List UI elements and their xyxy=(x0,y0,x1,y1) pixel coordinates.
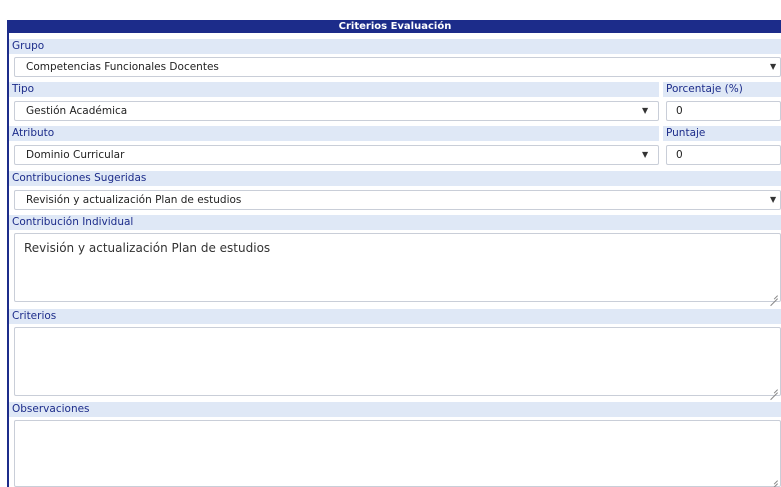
grupo-select[interactable]: Competencias Funcionales Docentes ▼ xyxy=(14,57,781,77)
tipo-select[interactable]: Gestión Académica ▼ xyxy=(14,101,659,121)
atributo-select[interactable]: Dominio Curricular ▼ xyxy=(14,145,659,165)
caret-down-icon: ▼ xyxy=(642,150,649,159)
caret-down-icon: ▼ xyxy=(642,106,649,115)
atributo-label: Atributo xyxy=(9,126,659,141)
resize-handle-icon[interactable] xyxy=(770,476,778,484)
contribuciones-select-value: Revisión y actualización Plan de estudio… xyxy=(26,194,242,206)
atributo-select-value: Dominio Curricular xyxy=(26,149,125,161)
caret-down-icon: ▼ xyxy=(770,62,777,71)
caret-down-icon: ▼ xyxy=(770,195,777,204)
criterios-textarea[interactable] xyxy=(14,327,781,396)
contribuciones-select[interactable]: Revisión y actualización Plan de estudio… xyxy=(14,190,781,210)
puntaje-input[interactable]: 0 xyxy=(666,145,781,165)
puntaje-value: 0 xyxy=(676,149,683,161)
porcentaje-label: Porcentaje (%) xyxy=(663,82,781,97)
puntaje-label: Puntaje xyxy=(663,126,781,141)
porcentaje-input[interactable]: 0 xyxy=(666,101,781,121)
resize-handle-icon[interactable] xyxy=(770,385,778,393)
resize-handle-icon[interactable] xyxy=(770,291,778,299)
tipo-label: Tipo xyxy=(9,82,659,97)
observaciones-label: Observaciones xyxy=(9,402,781,417)
observaciones-textarea[interactable] xyxy=(14,420,781,487)
contribucion-individual-textarea[interactable]: Revisión y actualización Plan de estudio… xyxy=(14,233,781,302)
contribuciones-label: Contribuciones Sugeridas xyxy=(9,171,781,186)
contribucion-individual-label: Contribución Individual xyxy=(9,215,781,230)
tipo-select-value: Gestión Académica xyxy=(26,105,128,117)
grupo-label: Grupo xyxy=(9,39,781,54)
grupo-select-value: Competencias Funcionales Docentes xyxy=(26,61,219,73)
section-header: Criterios Evaluación xyxy=(9,20,781,33)
criterios-label: Criterios xyxy=(9,309,781,324)
contribucion-individual-value: Revisión y actualización Plan de estudio… xyxy=(24,241,271,255)
porcentaje-value: 0 xyxy=(676,105,683,117)
